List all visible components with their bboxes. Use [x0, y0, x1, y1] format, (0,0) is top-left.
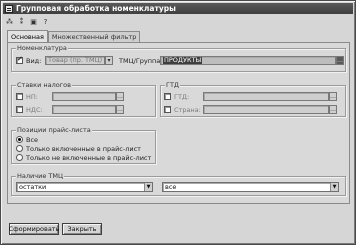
title-bar[interactable]: Групповая обработка номенклатуры [3, 3, 353, 14]
close-button[interactable]: Закрыть [62, 223, 102, 235]
type-checkbox[interactable] [16, 55, 23, 64]
price-list-group-label: Позиции прайс-листа [16, 126, 92, 134]
stock-mode-select[interactable]: остатки ▼ [16, 182, 153, 192]
chevron-down-icon[interactable]: ▼ [330, 183, 338, 191]
gtd-label: ГТД: [174, 93, 190, 101]
tab-strip: Основная Множественный фильтр [7, 30, 141, 42]
save-icon[interactable]: ▣ [28, 16, 39, 27]
gtd-checkbox[interactable] [164, 93, 171, 100]
stock-group-label: Наличие ТМЦ [16, 172, 65, 180]
stock-filter-select[interactable]: все ▼ [162, 182, 339, 192]
toolbar: ⁂ ⁑ ▣ ? [4, 16, 51, 28]
tmc-group-label: ТМЦ/Группа: [119, 57, 163, 65]
nds-label: НДС: [26, 106, 43, 114]
gtd-field[interactable] [203, 92, 329, 101]
tax-rates-group: Ставки налогов НП: … НДС: … [11, 81, 156, 117]
tax-rates-group-label: Ставки налогов [16, 81, 72, 89]
tab-main[interactable]: Основная [7, 30, 48, 42]
stock-filter-value: все [165, 183, 177, 191]
window-title: Групповая обработка номенклатуры [16, 4, 176, 13]
stock-group: Наличие ТМЦ остатки ▼ все ▼ [11, 172, 346, 196]
price-excluded-radio[interactable] [16, 154, 23, 161]
gtd-select-button[interactable]: … [329, 92, 337, 101]
price-included-radio[interactable] [16, 145, 23, 152]
nds-checkbox[interactable] [16, 106, 23, 113]
stock-mode-value: остатки [19, 183, 47, 191]
np-checkbox[interactable] [16, 93, 23, 100]
price-all-label: Все [26, 136, 39, 144]
nds-select-button[interactable]: … [116, 105, 124, 114]
country-checkbox[interactable] [164, 106, 171, 113]
chevron-down-icon[interactable]: ▼ [144, 183, 152, 191]
app-icon [5, 4, 13, 13]
gtd-group: ГТД ГТД: … Страна: … [160, 81, 346, 117]
tmc-group-select-button[interactable]: … [336, 56, 344, 65]
price-included-label: Только включенные в прайс-лист [26, 145, 141, 153]
type-label: Вид: [26, 57, 42, 65]
nomenclature-group-label: Номенклатура [16, 44, 68, 52]
type-select-button[interactable]: ▾ [105, 56, 113, 65]
price-list-group: Позиции прайс-листа Все Только включенны… [11, 126, 156, 164]
deselect-icon[interactable]: ⁑ [16, 16, 27, 27]
window: Групповая обработка номенклатуры ⁂ ⁑ ▣ ?… [0, 0, 356, 245]
help-icon[interactable]: ? [40, 16, 51, 27]
np-select-button[interactable]: … [116, 92, 124, 101]
np-label: НП: [26, 93, 38, 101]
gtd-group-label: ГТД [165, 81, 181, 89]
tmc-group-value: ПРОДУКТЫ [163, 56, 203, 64]
np-field[interactable] [52, 92, 116, 101]
tmc-group-field[interactable]: ПРОДУКТЫ [160, 56, 336, 65]
price-excluded-label: Только не включенные в прайс-лист [26, 154, 152, 162]
country-label: Страна: [174, 106, 201, 114]
nomenclature-group: Номенклатура Вид: Товар (пр. ТМЦ) ▾ ТМЦ/… [11, 44, 346, 72]
type-field[interactable]: Товар (пр. ТМЦ) [45, 56, 105, 65]
select-all-icon[interactable]: ⁂ [4, 16, 15, 27]
generate-button[interactable]: Сформировать [9, 223, 59, 235]
country-field[interactable] [203, 105, 329, 114]
nds-field[interactable] [52, 105, 116, 114]
price-all-radio[interactable] [16, 136, 23, 143]
country-select-button[interactable]: … [329, 105, 337, 114]
tab-panel: Номенклатура Вид: Товар (пр. ТМЦ) ▾ ТМЦ/… [7, 42, 350, 204]
tab-multi-filter[interactable]: Множественный фильтр [47, 31, 141, 42]
